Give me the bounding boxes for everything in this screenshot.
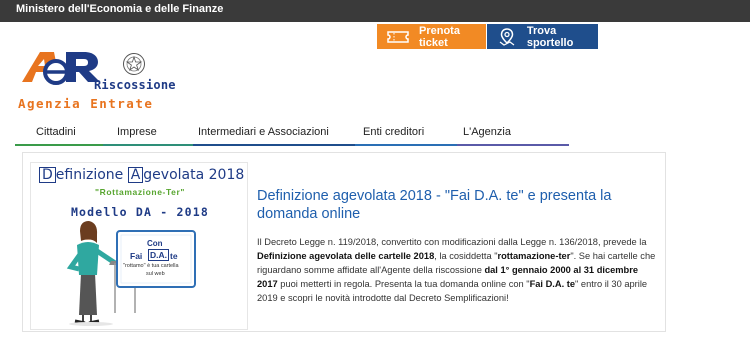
logo-agency-text: Agenzia Entrate [18,96,154,111]
trova-sportello-label: Trova sportello [526,24,574,49]
screen-text-web: sul web [146,271,165,277]
nav-item-intermediari[interactable]: Intermediari e Associazioni [193,122,355,146]
nav-item-label: Intermediari e Associazioni [198,126,329,138]
screen-text-con: Con [147,239,163,248]
site-logo[interactable]: Riscossione Agenzia Entrate [14,48,194,116]
article-image[interactable]: Definizione Agevolata 2018 "Rottamazione… [30,162,248,330]
nav-item-imprese[interactable]: Imprese [103,122,193,146]
screen-text-da: D.A. [148,249,169,261]
ticket-icon [387,28,409,46]
screen-text-te: te [170,251,178,261]
top-bar: Ministero dell'Economia e delle Finanze [0,0,750,22]
nav-item-agenzia[interactable]: L'Agenzia [457,122,569,146]
map-pin-icon [497,27,517,46]
main-navigation: Cittadini Imprese Intermediari e Associa… [15,122,750,146]
prenota-ticket-button[interactable]: Prenota ticket [377,24,486,49]
nav-underline [103,144,193,146]
nav-underline [193,144,355,146]
nav-item-enti-creditori[interactable]: Enti creditori [355,122,457,146]
prenota-ticket-label: Prenota ticket [419,24,460,49]
nav-underline [355,144,457,146]
screen-text-rottamo: "rottamo" è tua cartella [123,263,179,269]
screen-text-fai: Fai [130,251,143,261]
nav-item-label: Cittadini [36,126,76,138]
description-text: , la cosiddetta " [434,251,498,261]
description-bold: rottamazione-ter [497,251,571,261]
description-text: Il Decreto Legge n. 119/2018, convertito… [257,237,647,247]
nav-underline [15,144,103,146]
description-text: puoi metterti in regola. Presenta la tua… [277,279,530,289]
nav-underline [457,144,569,146]
article-headline-link[interactable]: Definizione agevolata 2018 - "Fai D.A. t… [257,187,657,223]
trova-sportello-button[interactable]: Trova sportello [487,24,598,49]
nav-item-label: Enti creditori [363,126,425,138]
description-bold: Fai D.A. te [529,279,576,289]
nav-item-cittadini[interactable]: Cittadini [15,122,103,146]
nav-item-label: Imprese [117,126,157,138]
logo-brand-text: Riscossione [94,78,176,92]
article-description: Il Decreto Legge n. 119/2018, convertito… [257,235,657,305]
nav-item-label: L'Agenzia [463,126,511,138]
description-bold: Definizione agevolata delle cartelle 201… [257,251,435,261]
ministry-link[interactable]: Ministero dell'Economia e delle Finanze [16,3,223,15]
woman-laptop-illustration-icon [66,221,196,326]
republic-emblem-icon [123,53,145,75]
